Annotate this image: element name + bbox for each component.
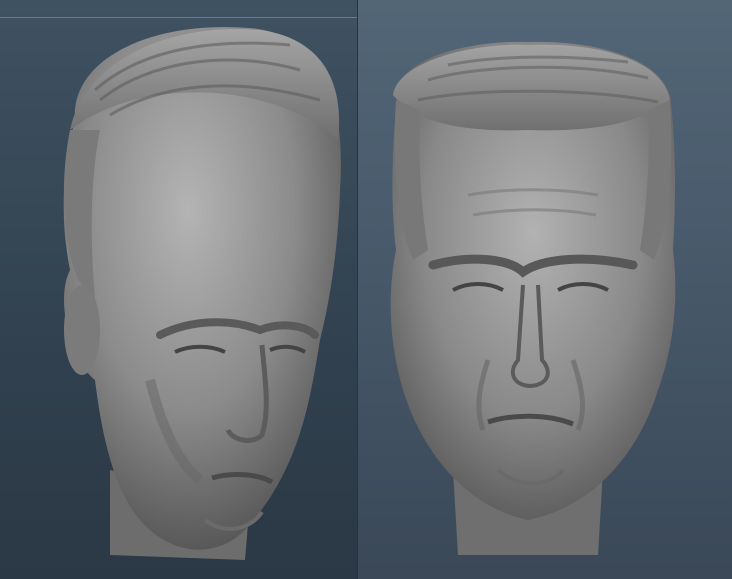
- head-sculpt-front[interactable]: [358, 0, 732, 579]
- ear: [64, 285, 100, 375]
- viewport-top-border: [0, 17, 357, 18]
- viewport-right-panel[interactable]: [358, 0, 732, 579]
- viewport-left-panel[interactable]: [0, 0, 357, 579]
- sculpt-viewport[interactable]: [0, 0, 732, 579]
- head-sculpt-three-quarter[interactable]: [0, 0, 357, 579]
